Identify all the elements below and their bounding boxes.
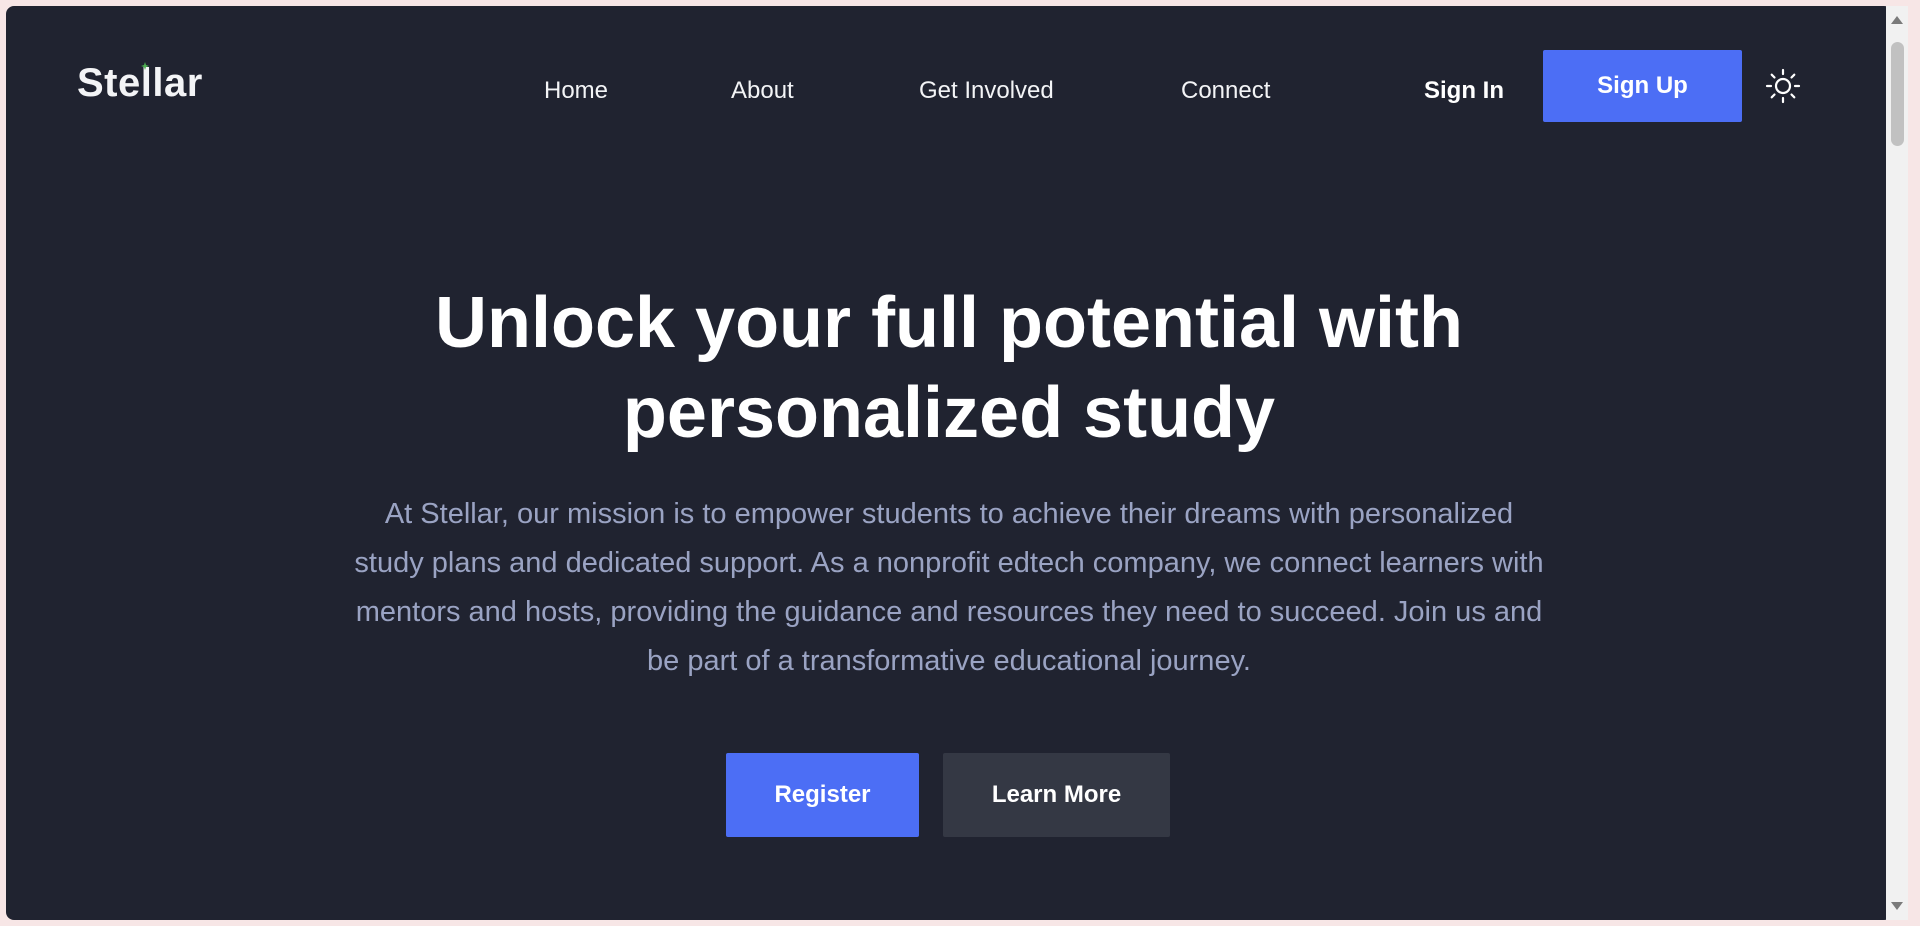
learn-more-button[interactable]: Learn More xyxy=(943,753,1170,837)
theme-toggle-button[interactable] xyxy=(1765,68,1801,104)
sign-up-button[interactable]: Sign Up xyxy=(1543,50,1742,122)
scroll-down-icon[interactable] xyxy=(1891,902,1903,910)
nav-link-about[interactable]: About xyxy=(731,74,794,108)
sign-in-link[interactable]: Sign In xyxy=(1424,74,1504,108)
sparkle-icon xyxy=(141,62,149,70)
scroll-thumb[interactable] xyxy=(1891,42,1904,146)
nav-link-connect[interactable]: Connect xyxy=(1181,74,1270,108)
scroll-up-icon[interactable] xyxy=(1891,16,1903,24)
hero-description: At Stellar, our mission is to empower st… xyxy=(354,498,1544,677)
site-header: Stellar Home About Get Involved Connect … xyxy=(6,6,1892,166)
app-window: Stellar Home About Get Involved Connect … xyxy=(6,6,1892,920)
vertical-scrollbar[interactable] xyxy=(1886,6,1908,920)
nav-link-home[interactable]: Home xyxy=(544,74,608,108)
logo-text: Stellar xyxy=(77,61,203,105)
hero-title-line-2: personalized study xyxy=(622,373,1276,453)
nav-link-get-involved[interactable]: Get Involved xyxy=(919,74,1054,108)
sun-icon xyxy=(1765,68,1801,104)
register-button[interactable]: Register xyxy=(726,753,919,837)
hero-title: Unlock your full potential with personal… xyxy=(6,278,1892,458)
logo[interactable]: Stellar xyxy=(77,58,203,108)
hero-title-line-1: Unlock your full potential with xyxy=(434,283,1463,363)
